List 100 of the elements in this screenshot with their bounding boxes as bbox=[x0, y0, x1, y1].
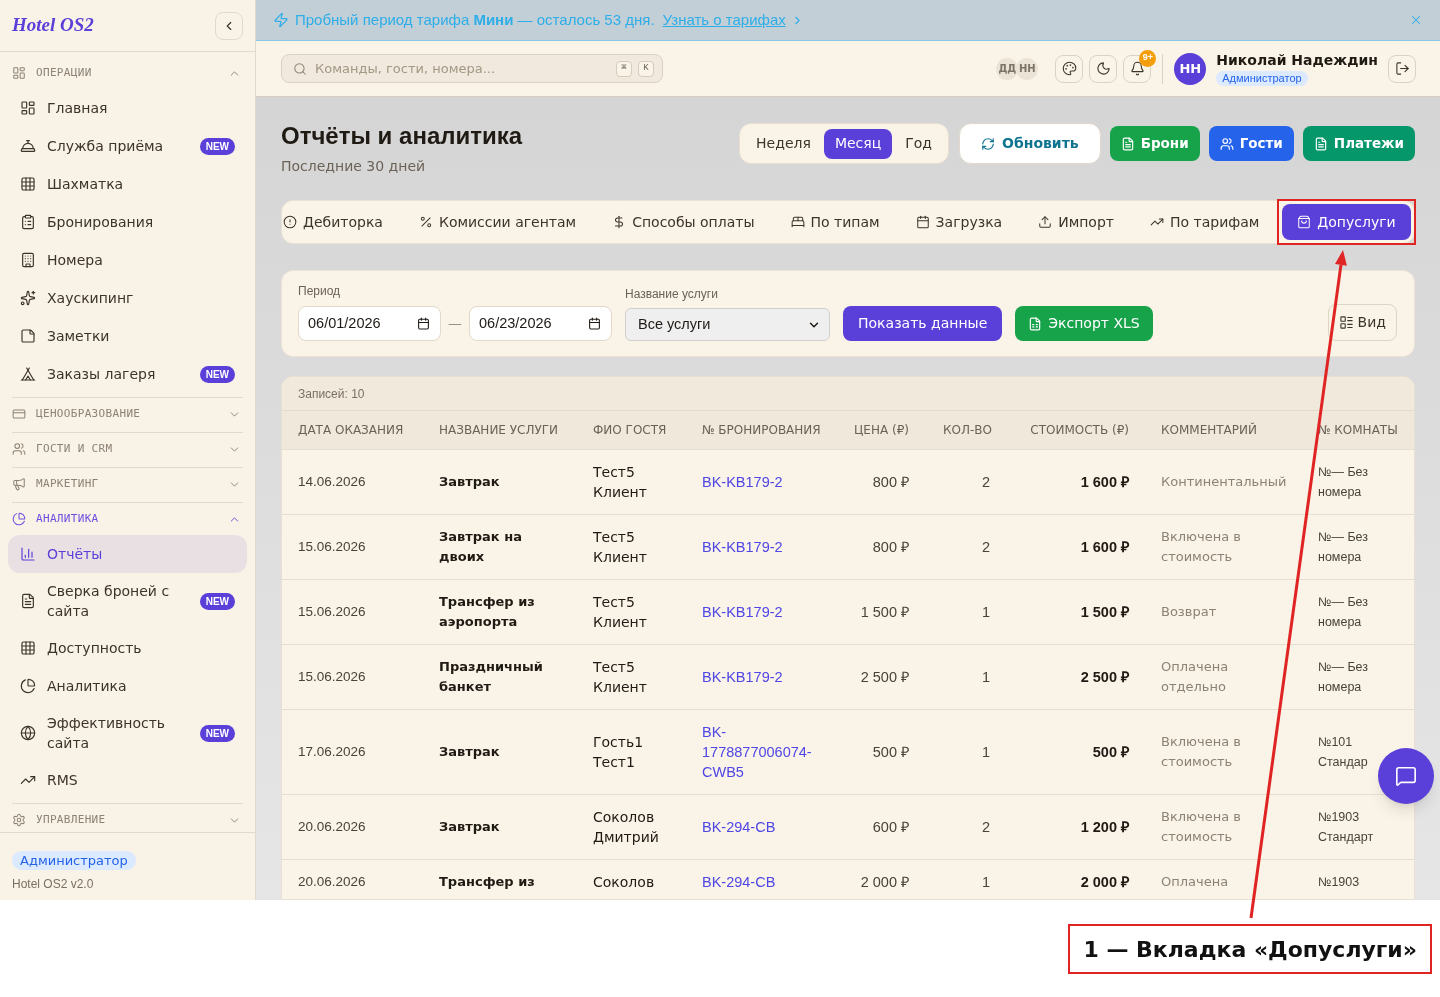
card-icon bbox=[12, 407, 26, 421]
table-cell-text: Соколов bbox=[593, 872, 656, 892]
list-icon bbox=[1338, 315, 1354, 330]
sidebar-item[interactable]: Номера bbox=[8, 241, 247, 279]
theme-palette-button[interactable] bbox=[1055, 54, 1084, 83]
report-tab[interactable]: Комиссии агентам bbox=[400, 204, 595, 240]
table-cell-text: Включена в стоимость bbox=[1161, 807, 1242, 846]
booking-link[interactable]: BK-KB179-2 bbox=[702, 536, 823, 557]
booking-link[interactable]: BK-294-CB bbox=[702, 871, 823, 892]
report-tab[interactable]: Загрузка bbox=[897, 204, 1021, 240]
table-cell-text: Трансфер из аэропорта bbox=[439, 592, 536, 631]
service-select[interactable]: Все услуги bbox=[625, 308, 830, 341]
column-header: ФИО ГОСТЯ bbox=[577, 411, 686, 449]
table-cell-text: 17.06.2026 bbox=[298, 742, 367, 761]
record-count: Записей: 10 bbox=[298, 385, 365, 403]
table-cell-text: Оплачена bbox=[1161, 872, 1230, 891]
refresh-button[interactable]: Обновить bbox=[959, 123, 1101, 164]
table-cell-text: 1 bbox=[980, 872, 990, 892]
sidebar-item[interactable]: Доступность bbox=[8, 629, 247, 667]
sidebar-item[interactable]: RMS bbox=[8, 761, 247, 799]
date-field[interactable]: 06/23/2026 bbox=[469, 306, 612, 341]
table-cell-text: 1 600 ₽ bbox=[1079, 472, 1129, 492]
report-tab[interactable]: Допуслуги bbox=[1282, 204, 1411, 240]
sidebar-item[interactable]: Шахматка bbox=[8, 165, 247, 203]
dark-mode-button[interactable] bbox=[1089, 54, 1118, 83]
close-icon bbox=[1409, 13, 1423, 27]
logout-icon bbox=[1394, 61, 1410, 76]
sidebar-item[interactable]: Хаускипинг bbox=[8, 279, 247, 317]
table-cell-text: 20.06.2026 bbox=[298, 817, 367, 836]
table-cell-text: 1 500 ₽ bbox=[859, 602, 909, 622]
booking-link[interactable]: BK-KB179-2 bbox=[702, 471, 823, 492]
period-option[interactable]: Год bbox=[894, 128, 944, 159]
show-data-button[interactable]: Показать данные bbox=[843, 306, 1003, 341]
role-badge: Администратор bbox=[1216, 71, 1308, 86]
user-name: Николай Надеждин bbox=[1216, 51, 1378, 69]
new-badge: NEW bbox=[199, 365, 235, 383]
sidebar-item[interactable]: Эффективность сайта NEW bbox=[8, 705, 247, 761]
user-avatar: НН bbox=[1016, 57, 1039, 80]
sidebar-item[interactable]: Бронирования bbox=[8, 203, 247, 241]
page-subtitle: Последние 30 дней bbox=[281, 157, 427, 176]
table-cell-text: Континентальный bbox=[1161, 472, 1288, 491]
gear-icon bbox=[12, 813, 26, 827]
sidebar-item[interactable]: Сверка броней с сайта NEW bbox=[8, 573, 247, 629]
megaphone-icon bbox=[12, 477, 26, 491]
bed-icon bbox=[790, 215, 805, 229]
booking-link[interactable]: BK-1778877006074-CWB5 bbox=[702, 721, 823, 782]
sidebar-item[interactable]: Главная bbox=[8, 89, 247, 127]
booking-link[interactable]: BK-294-CB bbox=[702, 816, 823, 837]
shortcut-key: ⌘ bbox=[616, 60, 632, 77]
period-option[interactable]: Месяц bbox=[823, 128, 893, 159]
sidebar-section-header[interactable]: АНАЛИТИКА bbox=[12, 503, 243, 535]
spreadsheet-icon bbox=[1028, 316, 1043, 331]
action-button[interactable]: Гости bbox=[1208, 126, 1294, 161]
table-cell-text: 1 500 ₽ bbox=[1079, 602, 1129, 622]
sidebar-item[interactable]: Отчёты bbox=[8, 535, 247, 573]
sidebar-item[interactable]: Аналитика bbox=[8, 667, 247, 705]
column-header: № БРОНИРОВАНИЯ bbox=[686, 411, 839, 449]
action-button[interactable]: Платежи bbox=[1302, 126, 1415, 161]
date-field[interactable]: 06/01/2026 bbox=[298, 306, 441, 341]
table-cell-text: 2 000 ₽ bbox=[1079, 872, 1129, 892]
range-dash: — bbox=[448, 314, 462, 333]
calendar-icon bbox=[417, 317, 430, 330]
view-button[interactable]: Вид bbox=[1327, 304, 1397, 341]
report-tab[interactable]: Дебиторка bbox=[282, 204, 401, 240]
sidebar-item[interactable]: Заказы лагеря NEW bbox=[8, 355, 247, 393]
table-cell-text: 600 ₽ bbox=[871, 817, 909, 837]
table-cell-text: №— Без номера bbox=[1318, 593, 1369, 631]
pie-chart-icon bbox=[12, 512, 26, 526]
sparkles-icon bbox=[20, 290, 36, 306]
column-header: ДАТА ОКАЗАНИЯ bbox=[282, 411, 423, 449]
table-cell-text: 1 bbox=[980, 742, 990, 762]
user-avatar: ДД bbox=[996, 57, 1019, 80]
pie-chart-icon bbox=[20, 678, 36, 694]
table-cell-text: Праздничный банкет bbox=[439, 657, 544, 696]
table-grid-icon bbox=[20, 176, 36, 192]
logout-button[interactable] bbox=[1388, 54, 1416, 83]
new-badge: NEW bbox=[199, 137, 235, 155]
chat-bubble-icon bbox=[1395, 765, 1417, 787]
table-cell-text: 800 ₽ bbox=[871, 537, 909, 557]
upload-icon bbox=[1038, 215, 1053, 229]
sidebar-item[interactable]: Заметки bbox=[8, 317, 247, 355]
alert-circle-icon bbox=[283, 215, 297, 229]
report-tab[interactable]: По типам bbox=[772, 204, 898, 240]
trial-message: Пробный период тарифа Мини — осталось 53 дня. bbox=[295, 9, 655, 30]
search-field[interactable]: Команды, гости, номера... ⌘ K bbox=[281, 54, 663, 83]
report-tab[interactable]: Способы оплаты bbox=[594, 204, 773, 240]
refresh-icon bbox=[981, 136, 996, 151]
report-tab[interactable]: По тарифам bbox=[1131, 204, 1278, 240]
shopping-bag-icon bbox=[1297, 215, 1312, 229]
booking-link[interactable]: BK-KB179-2 bbox=[702, 601, 823, 622]
booking-link[interactable]: BK-KB179-2 bbox=[702, 666, 823, 687]
column-header: КОММЕНТАРИЙ bbox=[1145, 411, 1302, 449]
report-tab[interactable]: Импорт bbox=[1020, 204, 1132, 240]
note-icon bbox=[20, 328, 36, 344]
globe-icon bbox=[20, 725, 36, 741]
table-cell-text: №1903 Стандарт bbox=[1318, 808, 1375, 846]
table-cell-text: №1903 bbox=[1318, 873, 1361, 891]
sidebar-item[interactable]: Служба приёма NEW bbox=[8, 127, 247, 165]
period-option[interactable]: Неделя bbox=[745, 128, 822, 159]
field-label: Период bbox=[298, 283, 342, 300]
